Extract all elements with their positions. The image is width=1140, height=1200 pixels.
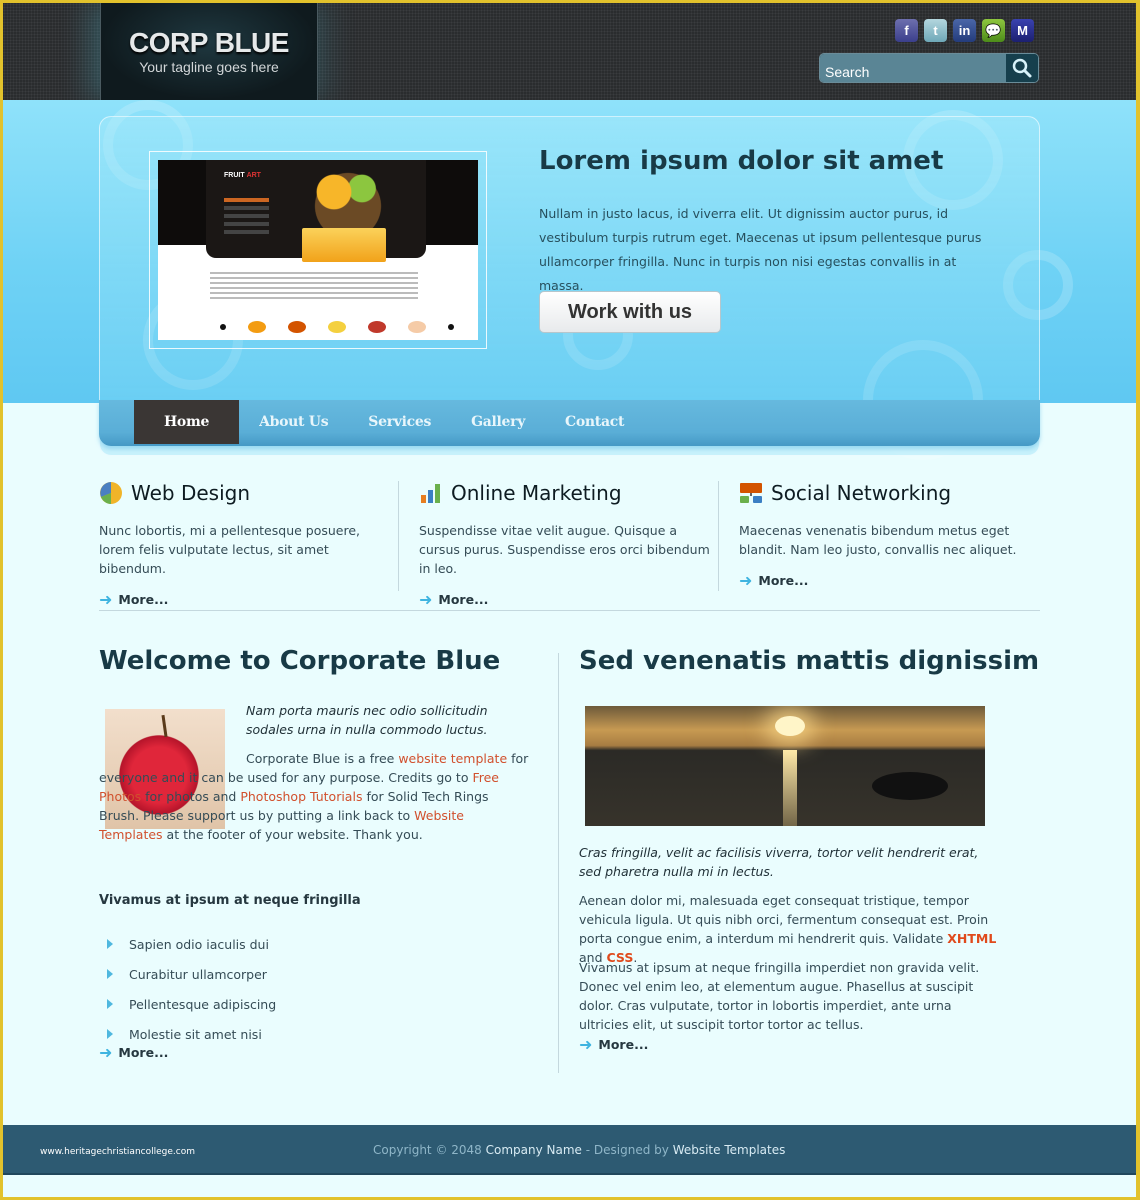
photoshop-tutorials-link[interactable]: Photoshop Tutorials	[240, 789, 362, 804]
feature-text: Maecenas venenatis bibendum metus eget b…	[739, 523, 1017, 557]
bullet-icon	[107, 999, 113, 1009]
list-heading: Vivamus at ipsum at neque fringilla	[99, 893, 361, 908]
list-item: Sapien odio iaculis dui	[107, 929, 276, 959]
divider	[398, 481, 399, 591]
page: CORP BLUE Your tagline goes here f t in …	[3, 3, 1136, 1197]
bullet-icon	[107, 969, 113, 979]
arrow-right-icon: ➜	[579, 1035, 593, 1054]
screenshot-brand: FRUIT ART	[224, 172, 261, 179]
second-paragraph-1: Aenean dolor mi, malesuada eget consequa…	[579, 893, 997, 965]
nav-contact[interactable]: Contact	[545, 400, 644, 444]
welcome-body: Corporate Blue is a free website templat…	[99, 751, 529, 842]
logo-tagline: Your tagline goes here	[139, 59, 279, 75]
more-link[interactable]: ➜ More...	[739, 571, 1039, 590]
feature-title: Online Marketing	[451, 481, 622, 505]
feature-web-design: Web Design Nunc lobortis, mi a pellentes…	[99, 479, 399, 609]
feature-text: Suspendisse vitae velit augue. Quisque a…	[419, 523, 710, 576]
more-link[interactable]: ➜ More...	[579, 1035, 648, 1054]
arrow-right-icon: ➜	[99, 590, 113, 609]
myspace-icon[interactable]: M	[1011, 19, 1034, 42]
more-link[interactable]: ➜ More...	[419, 590, 719, 609]
twitter-icon[interactable]: t	[924, 19, 947, 42]
linkedin-icon[interactable]: in	[953, 19, 976, 42]
nav-services[interactable]: Services	[348, 400, 451, 444]
arrow-right-icon: ➜	[739, 571, 753, 590]
bullet-icon	[107, 1029, 113, 1039]
nav-home[interactable]: Home	[134, 400, 240, 444]
bullet-icon	[107, 939, 113, 949]
arrow-right-icon: ➜	[419, 590, 433, 609]
bullet-list: Sapien odio iaculis dui Curabitur ullamc…	[107, 929, 276, 1049]
pie-chart-icon	[100, 482, 122, 504]
search-icon	[1012, 58, 1032, 78]
work-with-us-button[interactable]: Work with us	[539, 291, 721, 333]
list-item: Pellentesque adipiscing	[107, 989, 276, 1019]
logo[interactable]: CORP BLUE Your tagline goes here	[100, 3, 318, 100]
search-button[interactable]	[1006, 54, 1038, 82]
feature-online-marketing: Online Marketing Suspendisse vitae velit…	[419, 479, 719, 609]
footer-watermark: www.heritagechristiancollege.com	[40, 1147, 195, 1157]
column-divider	[558, 653, 559, 1073]
sunset-image	[585, 706, 985, 826]
hero-title: Lorem ipsum dolor sit amet	[539, 146, 944, 176]
second-title: Sed venenatis mattis dignissim	[579, 646, 1040, 676]
feature-title: Social Networking	[771, 481, 952, 505]
footer-copyright: Copyright © 2048 Company Name - Designed…	[373, 1143, 786, 1157]
more-link[interactable]: ➜ More...	[99, 1043, 168, 1062]
company-name-link[interactable]: Company Name	[486, 1143, 582, 1157]
network-icon	[740, 483, 762, 503]
welcome-intro: Nam porta mauris nec odio sollicitudin s…	[246, 703, 488, 737]
feature-title: Web Design	[131, 481, 251, 505]
header: CORP BLUE Your tagline goes here f t in …	[3, 3, 1136, 100]
arrow-right-icon: ➜	[99, 1043, 113, 1062]
main-nav: Home About Us Services Gallery Contact	[99, 400, 1040, 446]
hero-text: Nullam in justo lacus, id viverra elit. …	[539, 206, 982, 293]
feature-social-networking: Social Networking Maecenas venenatis bib…	[739, 479, 1039, 590]
feature-text: Nunc lobortis, mi a pellentesque posuere…	[99, 523, 361, 576]
website-template-link[interactable]: website template	[398, 751, 507, 766]
website-templates-footer-link[interactable]: Website Templates	[673, 1143, 786, 1157]
second-intro: Cras fringilla, velit ac facilisis viver…	[579, 845, 979, 879]
nav-about-us[interactable]: About Us	[239, 400, 348, 444]
footer: www.heritagechristiancollege.com Copyrig…	[3, 1125, 1136, 1175]
more-link[interactable]: ➜ More...	[99, 590, 399, 609]
fruit-image	[278, 164, 418, 234]
xhtml-link[interactable]: XHTML	[947, 931, 996, 946]
list-item: Curabitur ullamcorper	[107, 959, 276, 989]
second-paragraph-2: Vivamus at ipsum at neque fringilla impe…	[579, 960, 980, 1032]
nav-gallery[interactable]: Gallery	[451, 400, 545, 444]
section-divider	[99, 610, 1040, 611]
search-box	[819, 53, 1039, 83]
welcome-title: Welcome to Corporate Blue	[99, 646, 501, 676]
divider	[718, 481, 719, 591]
hero-screenshot: FRUIT ART	[149, 151, 487, 349]
social-links: f t in 💬 M	[895, 19, 1034, 42]
search-input[interactable]	[820, 54, 1006, 82]
facebook-icon[interactable]: f	[895, 19, 918, 42]
bar-chart-icon	[421, 484, 440, 503]
technorati-icon[interactable]: 💬	[982, 19, 1005, 42]
logo-title: CORP BLUE	[129, 27, 289, 58]
